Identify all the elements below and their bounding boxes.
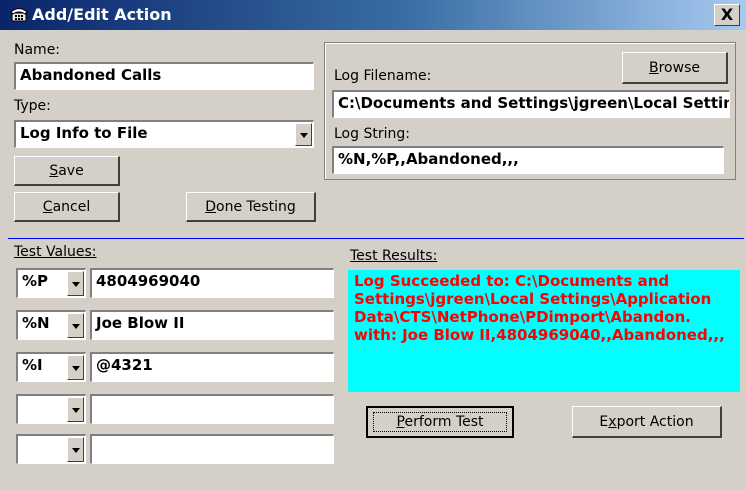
test-code-select[interactable]: %I [16, 352, 86, 382]
done-testing-button[interactable]: Done Testing [186, 192, 316, 222]
test-value-input[interactable] [90, 394, 334, 424]
cancel-button[interactable]: Cancel [14, 192, 120, 222]
chevron-down-icon[interactable] [67, 271, 84, 296]
log-filename-input[interactable]: C:\Documents and Settings\jgreen\Local S… [332, 90, 730, 118]
save-button[interactable]: Save [14, 156, 120, 186]
log-filename-label: Log Filename: [334, 68, 432, 84]
log-string-label: Log String: [334, 126, 410, 142]
chevron-down-icon[interactable] [295, 123, 312, 146]
type-select-value: Log Info to File [20, 124, 148, 142]
test-code-select[interactable] [16, 434, 86, 464]
test-value-input[interactable]: Joe Blow II [90, 310, 334, 340]
chevron-down-icon[interactable] [67, 313, 84, 338]
export-action-button[interactable]: Export Action [572, 406, 722, 438]
chevron-down-icon[interactable] [67, 397, 84, 422]
test-value-input[interactable] [90, 434, 334, 464]
perform-test-button[interactable]: Perform Test [366, 406, 514, 438]
test-code-value: %N [22, 314, 50, 332]
test-code-select[interactable]: %N [16, 310, 86, 340]
test-values-label: Test Values: [14, 244, 97, 260]
test-value-input[interactable]: 4804969040 [90, 268, 334, 298]
window-title: Add/Edit Action [32, 5, 172, 24]
name-label: Name: [14, 42, 61, 58]
type-label: Type: [14, 98, 51, 114]
test-code-select[interactable] [16, 394, 86, 424]
type-select[interactable]: Log Info to File [14, 120, 314, 148]
test-code-select[interactable]: %P [16, 268, 86, 298]
name-input[interactable]: Abandoned Calls [14, 62, 314, 90]
test-results-text: Log Succeeded to: C:\Documents and Setti… [348, 270, 740, 392]
browse-button[interactable]: Browse [622, 52, 728, 84]
test-code-value: %I [22, 356, 43, 374]
close-icon: X [720, 5, 734, 24]
add-edit-action-dialog: Add/Edit Action X Name: Abandoned Calls … [0, 0, 746, 490]
test-code-value: %P [22, 272, 49, 290]
title-bar: Add/Edit Action X [0, 0, 746, 30]
test-value-input[interactable]: @4321 [90, 352, 334, 382]
test-results-label: Test Results: [350, 248, 438, 264]
close-button[interactable]: X [714, 4, 740, 26]
log-string-input[interactable]: %N,%P,,Abandoned,,, [332, 146, 724, 174]
chevron-down-icon[interactable] [67, 437, 84, 462]
chevron-down-icon[interactable] [67, 355, 84, 380]
phone-icon [10, 8, 28, 22]
section-divider [8, 238, 744, 239]
